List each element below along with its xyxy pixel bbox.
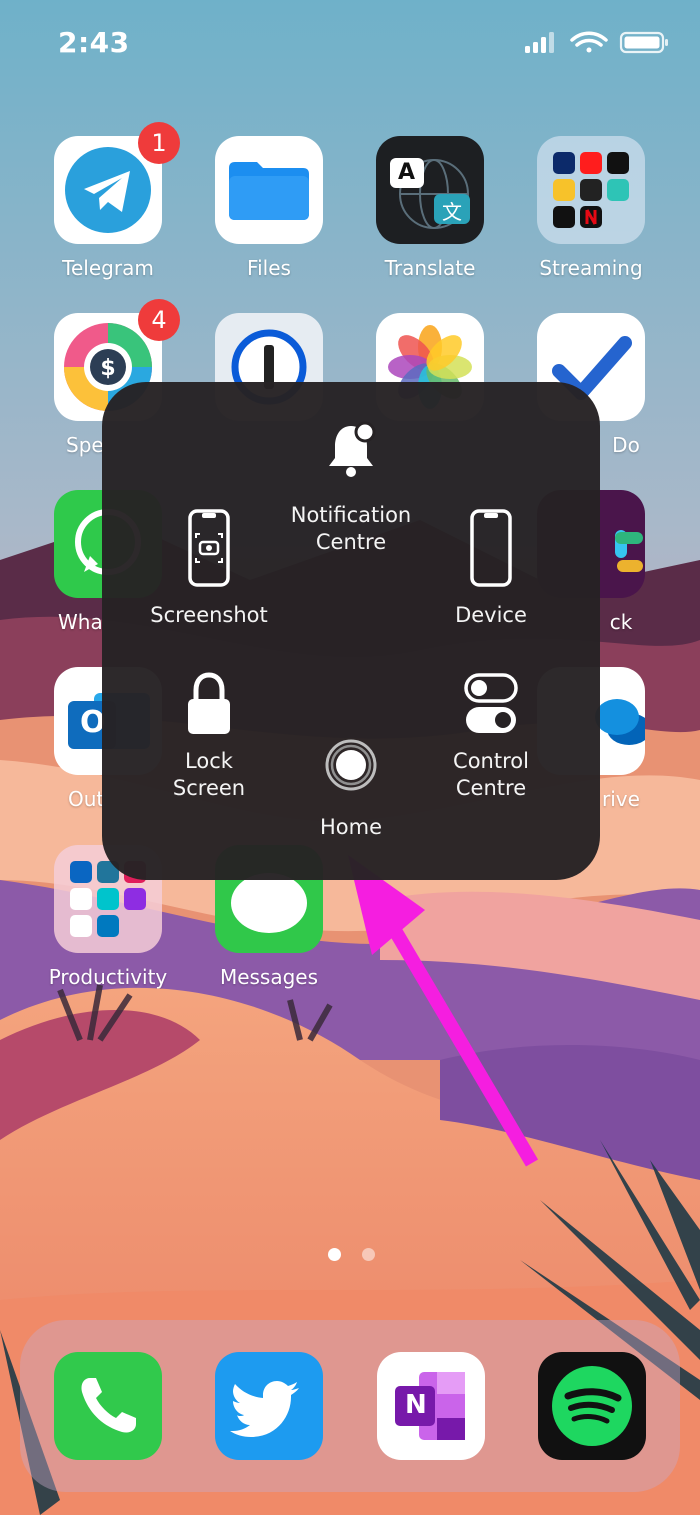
app-label: Telegram — [62, 256, 154, 280]
app-telegram[interactable]: 1 Telegram — [38, 122, 180, 280]
streaming-folder-icon — [553, 152, 629, 228]
dock-app-onenote[interactable]: N — [377, 1352, 485, 1460]
assistive-touch-menu: Notification Centre Screenshot Device Lo… — [102, 382, 600, 880]
notification-badge: 1 — [138, 122, 180, 164]
device-label: Device — [455, 603, 527, 627]
app-label: Productivity — [48, 965, 168, 989]
home-button-icon — [325, 739, 377, 791]
app-label: Files — [247, 256, 291, 280]
home-label: Home — [319, 815, 382, 839]
svg-text:$: $ — [100, 356, 115, 381]
cellular-signal-icon — [525, 32, 554, 53]
translate-glyph-b: 文 — [442, 200, 462, 224]
dock: N — [20, 1320, 680, 1492]
screenshot-icon — [188, 509, 230, 587]
app-label: Streaming — [539, 256, 643, 280]
lock-icon — [188, 672, 230, 734]
page-dot-active — [328, 1248, 341, 1261]
battery-icon — [619, 31, 668, 54]
control-centre-label: Control Centre — [453, 749, 529, 800]
notification-centre-label: Notification Centre — [290, 503, 412, 554]
onenote-glyph: N — [405, 1390, 427, 1420]
wifi-icon — [570, 31, 608, 53]
screenshot-button[interactable]: Screenshot — [134, 508, 284, 629]
app-label: Messages — [219, 965, 319, 989]
translate-icon — [390, 158, 470, 229]
device-phone-icon — [470, 509, 512, 587]
phone-icon — [81, 1378, 136, 1433]
bell-icon — [329, 421, 376, 477]
folder-streaming[interactable]: Streaming — [521, 136, 661, 280]
control-centre-button[interactable]: Control Centre — [416, 672, 566, 802]
onenote-icon — [395, 1372, 465, 1440]
twitter-icon — [230, 1381, 299, 1437]
page-indicator[interactable] — [328, 1248, 378, 1262]
translate-glyph-a: A — [398, 160, 416, 185]
app-label: Translate — [384, 256, 476, 280]
status-bar: 2:43 — [0, 0, 700, 80]
dock-app-twitter[interactable] — [215, 1352, 323, 1460]
status-time: 2:43 — [58, 26, 130, 59]
dock-app-phone[interactable] — [54, 1352, 162, 1460]
page-dot — [362, 1248, 375, 1261]
files-icon — [229, 162, 309, 220]
device-button[interactable]: Device — [416, 508, 566, 629]
app-translate[interactable]: A 文 Translate — [360, 136, 500, 280]
lock-screen-label: Lock Screen — [172, 749, 246, 800]
lock-screen-button[interactable]: Lock Screen — [134, 672, 284, 802]
notification-centre-button[interactable]: Notification Centre — [276, 420, 426, 556]
app-files[interactable]: Files — [199, 136, 339, 280]
home-button[interactable]: Home — [276, 738, 426, 841]
toggle-switches-icon — [464, 673, 518, 733]
screenshot-label: Screenshot — [150, 603, 268, 627]
dock-app-spotify[interactable] — [538, 1352, 646, 1460]
notification-badge: 4 — [138, 299, 180, 341]
spotify-icon — [552, 1366, 632, 1446]
